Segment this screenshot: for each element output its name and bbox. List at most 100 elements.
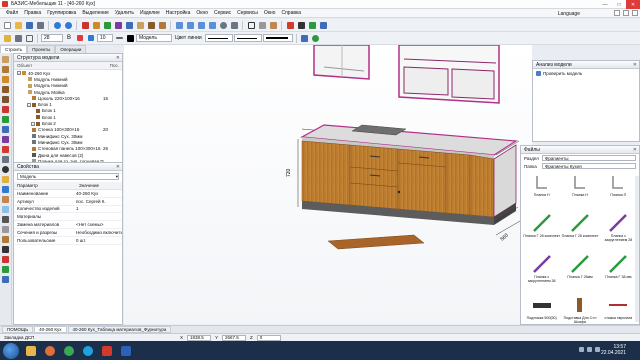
grid-icon[interactable] <box>24 33 34 43</box>
menu-group[interactable]: Группировка <box>44 10 79 16</box>
minimize-button[interactable]: — <box>598 0 612 9</box>
property-row[interactable]: Количество изделий 1 <box>14 206 122 214</box>
property-row[interactable]: Артикул пос. Сергей К. <box>14 198 122 206</box>
language-menu[interactable]: Language <box>558 11 580 17</box>
property-value[interactable]: <Нет схемы> <box>76 222 122 227</box>
shaded-icon[interactable] <box>257 20 267 30</box>
kitchen-model[interactable]: 2400 600 600 600 600 720 600 560 <box>124 44 532 324</box>
property-value[interactable]: Необходимо включить вы <box>76 230 122 235</box>
vtool-frontal-icon[interactable] <box>1 65 10 74</box>
vtool-hole-icon[interactable] <box>1 165 10 174</box>
menu-settings[interactable]: Настройка <box>163 10 194 16</box>
vtool-check-icon[interactable] <box>1 265 10 274</box>
doc-minimize-button[interactable] <box>614 10 620 16</box>
fragment-item[interactable]: Планка П <box>600 172 637 212</box>
vtool-leg-icon[interactable] <box>1 215 10 224</box>
new-file-icon[interactable] <box>2 20 12 30</box>
maximize-button[interactable]: □ <box>612 0 626 9</box>
menu-window[interactable]: Окно <box>193 10 211 16</box>
start-button[interactable] <box>3 342 19 359</box>
vtool-plinth-icon[interactable] <box>1 235 10 244</box>
save-icon[interactable] <box>24 20 34 30</box>
align-icon[interactable] <box>114 33 124 43</box>
coord-y[interactable]: 2667.5 <box>222 334 247 341</box>
vtool-handle-icon[interactable] <box>1 225 10 234</box>
menu-services[interactable]: Сервисы <box>234 10 261 16</box>
drawer-icon[interactable] <box>146 20 156 30</box>
bold-icon[interactable]: B <box>64 33 74 43</box>
measure-icon[interactable] <box>285 20 295 30</box>
open-folder-icon[interactable] <box>13 20 23 30</box>
print-icon[interactable] <box>35 20 45 30</box>
object-selector[interactable]: Модель ▾ <box>17 173 119 180</box>
check-model-button[interactable]: Проверить модель <box>533 69 639 78</box>
close-icon[interactable]: ✕ <box>633 62 637 68</box>
upper-cabinet-right[interactable] <box>398 44 500 104</box>
doc-close-button[interactable] <box>632 10 638 16</box>
menu-window2[interactable]: Окно <box>261 10 279 16</box>
tab-document[interactable]: 40-260 Кух <box>34 326 67 333</box>
chrome-icon[interactable] <box>61 344 77 358</box>
floor-panel[interactable] <box>327 234 425 250</box>
redo-icon[interactable] <box>63 20 73 30</box>
fragment-item[interactable]: Планка Н <box>523 172 560 212</box>
clock[interactable]: 13:57 22.04.2021 <box>601 344 626 356</box>
vtool-drawer-icon[interactable] <box>1 115 10 124</box>
underline-icon[interactable] <box>86 33 96 43</box>
layer-icon[interactable] <box>2 33 12 43</box>
vtool-group-icon[interactable] <box>1 275 10 284</box>
undo-icon[interactable] <box>52 20 62 30</box>
vtool-horizontal-icon[interactable] <box>1 75 10 84</box>
property-value[interactable]: 40-260 Кух <box>76 191 122 196</box>
zoom-icon[interactable] <box>218 20 228 30</box>
texture-icon[interactable] <box>268 20 278 30</box>
view-front-icon[interactable] <box>174 20 184 30</box>
model-dropdown[interactable]: Модель <box>136 34 172 42</box>
language-icon[interactable] <box>595 347 600 352</box>
vtool-facade-icon[interactable] <box>1 195 10 204</box>
menu-file[interactable]: Файл <box>3 10 21 16</box>
menu-help[interactable]: Справка <box>278 10 304 16</box>
property-row[interactable]: Материалы <box>14 213 122 222</box>
vtool-panel-icon[interactable] <box>1 55 10 64</box>
vtool-dim-icon[interactable] <box>1 255 10 264</box>
upper-cabinet-left[interactable] <box>313 44 370 80</box>
italic-icon[interactable] <box>75 33 85 43</box>
expand-icon[interactable]: − <box>17 71 21 76</box>
snap-icon[interactable] <box>13 33 23 43</box>
tab-operations[interactable]: Операции <box>55 45 87 53</box>
coord-x[interactable]: 1838.5 <box>187 334 212 341</box>
fragment-item[interactable]: Планка Н <box>561 172 598 212</box>
dimension-icon[interactable] <box>296 20 306 30</box>
files-scrollbar[interactable] <box>635 176 639 322</box>
view-left-icon[interactable] <box>196 20 206 30</box>
tab-help[interactable]: ПОМОЩЬ <box>2 326 34 333</box>
report-icon[interactable] <box>307 20 317 30</box>
vtool-text-icon[interactable] <box>1 245 10 254</box>
network-icon[interactable] <box>579 347 584 352</box>
view-iso-icon[interactable] <box>207 20 217 30</box>
close-icon[interactable]: ✕ <box>116 164 120 170</box>
vtool-door-icon[interactable] <box>1 105 10 114</box>
copy-icon[interactable] <box>124 20 134 30</box>
wireframe-icon[interactable] <box>246 20 256 30</box>
vtool-profile-icon[interactable] <box>1 135 10 144</box>
fragment-item[interactable]: Планка Г 38 мм <box>600 254 637 294</box>
tab-build[interactable]: Строить <box>0 45 28 53</box>
menu-edit[interactable]: Правка <box>21 10 44 16</box>
line-color-picker[interactable] <box>204 34 233 42</box>
panel-icon[interactable] <box>135 20 145 30</box>
bazis-icon[interactable] <box>99 344 115 358</box>
mirror-icon[interactable] <box>113 20 123 30</box>
expand-icon[interactable]: − <box>27 102 31 107</box>
property-value[interactable]: 0 шт. <box>76 238 122 243</box>
explorer-icon[interactable] <box>23 344 39 358</box>
view-top-icon[interactable] <box>185 20 195 30</box>
expand-icon[interactable]: − <box>31 121 35 126</box>
close-button[interactable]: ✕ <box>626 0 640 9</box>
property-value[interactable]: 1 <box>76 206 122 211</box>
firefox-icon[interactable] <box>42 344 58 358</box>
property-row[interactable]: Пользовательские 0 шт. <box>14 237 122 245</box>
rotate-icon[interactable] <box>102 20 112 30</box>
move-icon[interactable] <box>91 20 101 30</box>
